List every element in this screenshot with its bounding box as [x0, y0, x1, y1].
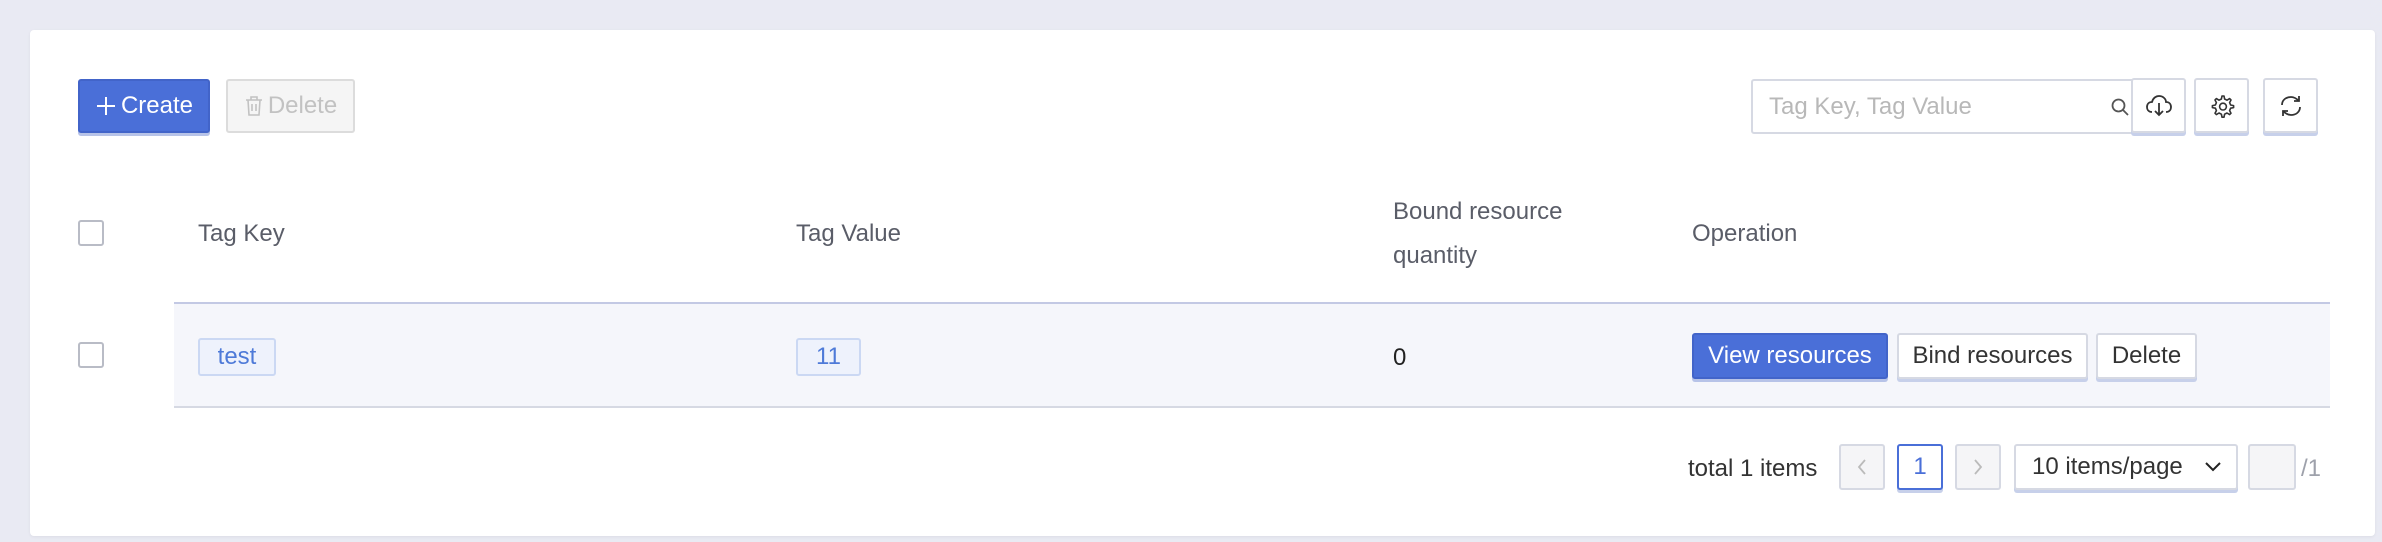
download-button[interactable] [2131, 78, 2186, 133]
column-header-operation: Operation [1692, 220, 1798, 247]
column-header-tag-value: Tag Value [796, 220, 901, 247]
create-button[interactable]: Create [78, 79, 210, 133]
trash-icon [245, 96, 262, 116]
refresh-icon [2280, 95, 2301, 116]
delete-button-label: Delete [267, 92, 338, 119]
table-row: test 11 0 View resources Bind resources … [174, 302, 2330, 408]
delete-button[interactable]: Delete [226, 79, 355, 133]
jump-page-input[interactable] [2248, 444, 2296, 490]
create-button-label: Create [120, 92, 194, 119]
settings-button[interactable] [2194, 78, 2249, 133]
search-input[interactable] [1753, 80, 2105, 133]
current-page-button[interactable]: 1 [1897, 444, 1943, 490]
column-header-bound-quantity: Bound resource quantity [1393, 190, 1562, 278]
total-pages-text: /1 [2301, 455, 2322, 482]
next-page-button[interactable] [1955, 444, 2001, 490]
tags-panel: Create Delete Tag Key, Tag Value Tag Key… [30, 30, 2375, 536]
chevron-down-icon [2205, 462, 2221, 472]
plus-icon [96, 97, 115, 115]
select-all-checkbox[interactable] [78, 220, 104, 246]
view-resources-button[interactable]: View resources [1692, 333, 1888, 379]
column-header-bound-line2: quantity [1393, 242, 1478, 269]
total-items-text: total 1 items [1688, 455, 1818, 482]
gear-icon [2211, 94, 2234, 118]
tag-key-badge: test [198, 338, 276, 376]
cloud-download-icon [2145, 94, 2172, 116]
chevron-left-icon [1857, 459, 1866, 475]
page-size-select[interactable]: 10 items/page [2014, 444, 2238, 490]
bound-quantity-value: 0 [1393, 344, 1407, 371]
column-header-tag-key: Tag Key [198, 220, 285, 247]
prev-page-button[interactable] [1839, 444, 1885, 490]
tag-value-badge: 11 [796, 338, 861, 376]
refresh-button[interactable] [2263, 78, 2318, 133]
search-box [1751, 79, 2151, 134]
row-checkbox[interactable] [78, 342, 104, 368]
row-delete-button[interactable]: Delete [2096, 333, 2197, 379]
page-size-value: 10 items/page [2032, 453, 2183, 480]
bind-resources-button[interactable]: Bind resources [1897, 333, 2088, 379]
chevron-right-icon [1974, 459, 1983, 475]
column-header-bound-line1: Bound resource [1393, 198, 1563, 225]
